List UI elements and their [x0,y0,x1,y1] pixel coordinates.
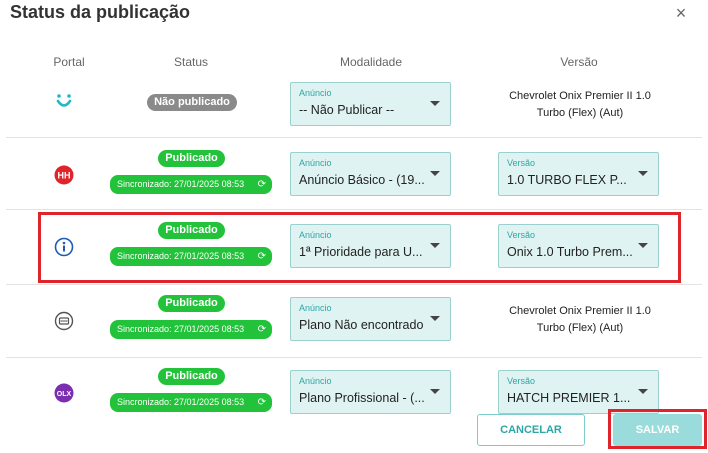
card-icon [53,310,75,332]
sync-icon: ⟳ [257,324,266,335]
cancel-button[interactable]: CANCELAR [477,414,585,446]
sync-icon: ⟳ [257,251,266,262]
olx-icon-text: OLX [57,391,72,398]
select-value: Anúncio Básico - (19... [299,173,424,187]
versao-line: Turbo (Flex) (Aut) [536,322,624,334]
modalidade-select[interactable]: Anúncio Anúncio Básico - (19... [290,152,451,196]
row-divider [6,284,702,285]
chevron-down-icon [638,243,648,248]
save-button[interactable]: SALVAR [613,414,702,446]
sync-icon: ⟳ [257,179,266,190]
versao-select[interactable]: Versão Onix 1.0 Turbo Prem... [498,224,659,268]
versao-line: Chevrolet Onix Premier II 1.0 [509,90,651,102]
select-label: Anúncio [299,230,332,240]
chevron-down-icon [430,389,440,394]
u-smile-icon [53,91,75,113]
select-value: 1.0 TURBO FLEX P... [507,173,627,187]
status-badge: Publicado [158,150,225,167]
sync-badge[interactable]: Sincronizado: 27/01/2025 08:53 ⟳ [110,247,272,266]
select-label: Anúncio [299,376,332,386]
select-label: Anúncio [299,303,332,313]
sync-text: Sincronizado: 27/01/2025 08:53 [117,324,245,334]
select-value: Plano Não encontrado [299,318,424,332]
modalidade-select[interactable]: Anúncio Plano Não encontrado [290,297,451,341]
select-value: -- Não Publicar -- [299,103,395,117]
olx-icon: OLX [53,382,75,404]
row-divider [6,209,702,210]
sync-icon: ⟳ [257,397,266,408]
column-header-versao: Versão [560,55,598,69]
versao-text: Chevrolet Onix Premier II 1.0 Turbo (Fle… [498,303,662,337]
column-header-portal: Portal [53,55,85,69]
select-value: 1ª Prioridade para U... [299,245,423,259]
chevron-down-icon [638,389,648,394]
modalidade-select[interactable]: Anúncio -- Não Publicar -- [290,82,451,126]
hh-icon-text: HH [58,171,71,181]
select-label: Versão [507,376,536,386]
versao-line: Chevrolet Onix Premier II 1.0 [509,305,651,317]
status-badge: Publicado [158,368,225,385]
close-icon[interactable]: × [670,2,692,24]
hh-icon: HH [53,164,75,186]
chevron-down-icon [638,171,648,176]
select-label: Anúncio [299,158,332,168]
modalidade-select[interactable]: Anúncio Plano Profissional - (... [290,370,451,414]
info-circle-icon [53,236,75,258]
status-badge: Publicado [158,295,225,312]
chevron-down-icon [430,243,440,248]
row-divider [6,357,702,358]
status-badge: Publicado [158,222,225,239]
column-header-status: Status [173,55,209,69]
status-badge: Não publicado [147,94,237,111]
versao-select[interactable]: Versão 1.0 TURBO FLEX P... [498,152,659,196]
select-value: Plano Profissional - (... [299,391,424,405]
versao-line: Turbo (Flex) (Aut) [536,107,624,119]
sync-text: Sincronizado: 27/01/2025 08:53 [117,397,245,407]
dialog-title: Status da publicação [10,2,191,22]
chevron-down-icon [430,316,440,321]
versao-text: Chevrolet Onix Premier II 1.0 Turbo (Fle… [498,88,662,122]
select-value: HATCH PREMIER 1... [507,391,631,405]
select-label: Versão [507,158,536,168]
sync-badge[interactable]: Sincronizado: 27/01/2025 08:53 ⟳ [110,175,272,194]
modalidade-select[interactable]: Anúncio 1ª Prioridade para U... [290,224,451,268]
sync-text: Sincronizado: 27/01/2025 08:53 [117,251,245,261]
sync-badge[interactable]: Sincronizado: 27/01/2025 08:53 ⟳ [110,320,272,339]
select-label: Anúncio [299,88,332,98]
row-divider [6,137,702,138]
versao-select[interactable]: Versão HATCH PREMIER 1... [498,370,659,414]
sync-badge[interactable]: Sincronizado: 27/01/2025 08:53 ⟳ [110,393,272,412]
sync-text: Sincronizado: 27/01/2025 08:53 [117,179,245,189]
chevron-down-icon [430,101,440,106]
column-header-modalidade: Modalidade [339,55,403,69]
select-value: Onix 1.0 Turbo Prem... [507,245,632,259]
select-label: Versão [507,230,536,240]
chevron-down-icon [430,171,440,176]
